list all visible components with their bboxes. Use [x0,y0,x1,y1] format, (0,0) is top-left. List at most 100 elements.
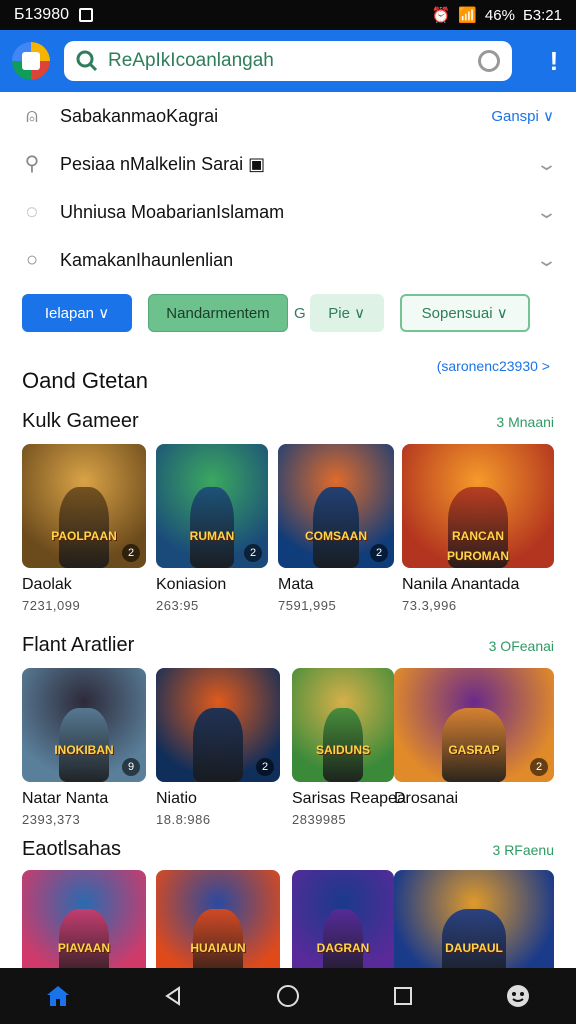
game-thumbnail[interactable]: HUAIAUN [156,870,280,968]
section-header: Flant Aratlier 3 OFeanai [22,634,554,657]
filter-chip-recommended[interactable]: Nandarmentem [148,294,288,332]
game-name[interactable]: Drosanai [394,790,554,808]
filter-bar: Ielapan ∨ Nandarmentem G Pie ∨ Sopensuai… [22,294,556,332]
game-badge: 2 [244,544,262,562]
suggestion-item[interactable]: ⚲ Pesiaa nMalkelin Sarai ▣ ⌄ [0,140,576,188]
game-badge: 9 [122,758,140,776]
game-logo-banner: SAIDUNS [315,743,370,757]
suggestion-item[interactable]: ○ KamakanIhaunlenlian ⌄ [0,236,576,284]
game-card[interactable]: RANCAN PUROMAN Nanila Anantada 73.3,996 [402,444,554,613]
game-name[interactable]: Sarisas Reapea [292,790,406,808]
filter-chip-category[interactable]: Ielapan ∨ [22,294,132,332]
game-card[interactable]: SAIDUNS Sarisas Reapea 2839985 [292,668,406,827]
game-logo-banner: GASRAP [448,743,500,757]
battery-level: 46% [484,6,515,24]
suggestion-label: SabakanmaoKagrai [60,105,219,126]
game-logo-banner: RANCAN PUROMAN [447,529,509,563]
game-badge: 2 [256,758,274,776]
game-card[interactable]: DAUPAUL [394,870,554,968]
suggestion-action[interactable]: Ganspi ∨ [491,107,554,125]
section-header: Eaotlsahas 3 RFaenu [22,838,554,861]
system-nav-bar [0,968,576,1024]
back-icon[interactable] [158,981,188,1011]
app-logo-icon[interactable] [12,42,50,80]
game-card[interactable]: 2 Niatio 18.8:986 [156,668,280,827]
chat-icon: ◌ [26,201,38,223]
filter-chip-pie[interactable]: Pie ∨ [309,294,384,332]
game-card[interactable]: GASRAP 2 Drosanai [394,668,554,812]
home-icon[interactable] [43,981,73,1011]
see-all-link[interactable]: (saronenc23930 > [437,358,550,374]
section-more-link[interactable]: 3 Mnaani [496,414,554,430]
game-logo-banner: DAGRAN [316,941,370,955]
assistant-face-icon[interactable] [503,981,533,1011]
game-thumbnail[interactable]: DAUPAUL [394,870,554,968]
game-thumbnail[interactable]: DAGRAN [292,870,394,968]
game-logo-banner: DAUPAUL [445,941,503,955]
game-card[interactable]: HUAIAUN [156,870,280,968]
suggestion-item[interactable]: ◌ Uhniusa MoabarianIslamam ⌄ [0,188,576,236]
chevron-down-icon[interactable]: ⌄ [535,250,558,271]
game-thumbnail[interactable]: 2 [156,668,280,782]
game-badge: 2 [370,544,388,562]
game-thumbnail[interactable]: RUMAN 2 [156,444,268,568]
chevron-down-icon[interactable]: ⌄ [535,154,558,175]
game-name[interactable]: Nanila Anantada [402,576,554,594]
section-more-link[interactable]: 3 OFeanai [489,638,554,654]
game-card[interactable]: DAGRAN [292,870,394,968]
game-name[interactable]: Niatio [156,790,280,808]
game-card[interactable]: PAOLPAAN 2 Daolak 7231,099 [22,444,146,613]
game-meta: 2393,373 [22,812,81,827]
section-title: Flant Aratlier [22,634,135,656]
game-name[interactable]: Natar Nanta [22,790,146,808]
game-name[interactable]: Mata [278,576,394,594]
game-name[interactable]: Daolak [22,576,146,594]
section-title: Kulk Gameer [22,410,139,432]
home-circle-icon[interactable] [273,981,303,1011]
game-thumbnail[interactable]: INOKIBAN 9 [22,668,146,782]
game-meta: 7591,995 [278,598,337,613]
game-thumbnail[interactable]: PIAVAAN [22,870,146,968]
filter-chip-sort[interactable]: Sopensuai ∨ [399,294,530,332]
game-meta: 263:95 [156,598,199,613]
game-row: INOKIBAN 9 Natar Nanta 2393,373 2 Niatio 18.8:… [22,668,554,830]
game-logo-banner: PIAVAAN [57,941,111,955]
game-thumbnail[interactable]: COMSAAN 2 [278,444,394,568]
game-row: PIAVAAN HUAIAUN DAGRAN DAUPAUL [22,870,554,968]
section-title: Eaotlsahas [22,838,121,860]
game-thumbnail[interactable]: GASRAP 2 [394,668,554,782]
suggestion-label: Pesiaa nMalkelin Sarai ▣ [60,153,266,174]
game-card[interactable]: PIAVAAN [22,870,146,968]
game-meta: 73.3,996 [402,598,457,613]
image-notification-icon [79,8,93,22]
voice-search-icon[interactable] [478,50,500,72]
game-logo-banner: INOKIBAN [54,743,114,757]
game-logo-banner: RUMAN [189,529,235,543]
suggestion-label: KamakanIhaunlenlian [60,249,234,270]
circle-icon: ○ [25,249,39,271]
search-bar[interactable] [64,41,512,81]
filter-prefix: G [294,304,306,322]
section-more-link[interactable]: 3 RFaenu [493,842,554,858]
suggestion-label: Uhniusa MoabarianIslamam [60,201,285,222]
wifi-icon: 📶 [458,7,477,24]
page-title: Oand Gtetan [22,368,148,393]
status-bar: Б13980 ⏰ 📶 46% Б3:21 [0,0,576,30]
game-card[interactable]: RUMAN 2 Koniasion 263:95 [156,444,268,613]
game-hero-art [193,707,243,782]
game-badge: 2 [530,758,548,776]
game-thumbnail[interactable]: SAIDUNS [292,668,394,782]
game-card[interactable]: INOKIBAN 9 Natar Nanta 2393,373 [22,668,146,827]
game-card[interactable]: COMSAAN 2 Mata 7591,995 [278,444,394,613]
game-badge: 2 [122,544,140,562]
game-thumbnail[interactable]: PAOLPAAN 2 [22,444,146,568]
more-options-icon[interactable]: ! [544,46,564,77]
chevron-down-icon[interactable]: ⌄ [535,202,558,223]
section-header: Kulk Gameer 3 Mnaani [22,410,554,433]
suggestion-item[interactable]: ⍝ SabakanmaoKagrai Ganspi ∨ [0,92,576,140]
game-row: PAOLPAAN 2 Daolak 7231,099 RUMAN 2 Koniasion 26… [22,444,554,620]
game-thumbnail[interactable]: RANCAN PUROMAN [402,444,554,568]
search-input[interactable] [108,50,468,72]
game-name[interactable]: Koniasion [156,576,268,594]
recents-icon[interactable] [388,981,418,1011]
